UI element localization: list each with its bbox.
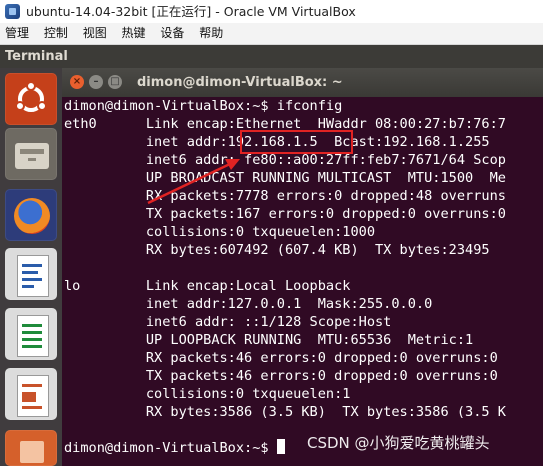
terminal-line: RX packets:7778 errors:0 dropped:48 over… — [64, 188, 506, 204]
ubuntu-software-icon[interactable] — [5, 430, 57, 466]
firefox-logo-icon — [14, 198, 50, 234]
ubuntu-launcher — [0, 68, 62, 466]
virtualbox-icon — [5, 4, 20, 19]
ubuntu-logo-icon — [15, 81, 47, 112]
window-title: ubuntu-14.04-32bit [正在运行] - Oracle VM Vi… — [26, 4, 356, 19]
csdn-watermark: CSDN @小狗爱吃黄桃罐头 — [307, 434, 490, 452]
terminal-line: inet6 addr: ::1/128 Scope:Host — [64, 314, 392, 330]
terminal-prompt: dimon@dimon-VirtualBox:~$ — [64, 440, 277, 456]
terminal-line: RX bytes:3586 (3.5 KB) TX bytes:3586 (3.… — [64, 404, 506, 420]
terminal-line: UP BROADCAST RUNNING MULTICAST MTU:1500 … — [64, 170, 506, 186]
terminal-line: collisions:0 txqueuelen:1000 — [64, 224, 375, 240]
terminal-output[interactable]: dimon@dimon-VirtualBox:~$ ifconfig eth0 … — [62, 97, 543, 466]
menu-control[interactable]: 控制 — [44, 23, 68, 44]
libreoffice-writer-icon[interactable] — [5, 248, 57, 300]
text-cursor — [276, 439, 285, 454]
menu-devices[interactable]: 设备 — [160, 23, 184, 44]
files-icon[interactable] — [5, 128, 57, 180]
terminal-line: RX packets:46 errors:0 dropped:0 overrun… — [64, 350, 498, 366]
terminal-line: RX bytes:607492 (607.4 KB) TX bytes:2349… — [64, 242, 490, 258]
menu-view[interactable]: 视图 — [83, 23, 107, 44]
terminal-line: UP LOOPBACK RUNNING MTU:65536 Metric:1 — [64, 332, 474, 348]
terminal-line: TX packets:46 errors:0 dropped:0 overrun… — [64, 368, 498, 384]
virtualbox-menubar: 管理 控制 视图 热键 设备 帮助 — [0, 23, 543, 45]
virtualbox-titlebar: ubuntu-14.04-32bit [正在运行] - Oracle VM Vi… — [0, 0, 543, 23]
terminal-title: dimon@dimon-VirtualBox: ~ — [137, 75, 343, 90]
ubuntu-top-panel: Terminal — [0, 45, 543, 68]
ubuntu-dash-icon[interactable] — [5, 73, 57, 125]
ip-address-highlight-box — [240, 130, 353, 154]
terminal-line: collisions:0 txqueuelen:1 — [64, 386, 351, 402]
terminal-line: TX packets:167 errors:0 dropped:0 overru… — [64, 206, 506, 222]
active-app-name: Terminal — [5, 49, 68, 64]
menu-help[interactable]: 帮助 — [199, 23, 223, 44]
libreoffice-impress-icon[interactable] — [5, 368, 57, 420]
menu-hotkeys[interactable]: 热键 — [122, 23, 146, 44]
close-icon[interactable]: × — [70, 75, 84, 89]
menu-manage[interactable]: 管理 — [5, 23, 29, 44]
file-cabinet-icon — [15, 143, 49, 169]
writer-document-icon — [17, 255, 49, 297]
terminal-line: dimon@dimon-VirtualBox:~$ ifconfig — [64, 98, 343, 114]
terminal-prompt-line: dimon@dimon-VirtualBox:~$ — [64, 439, 285, 457]
terminal-line: lo Link encap:Local Loopback — [64, 278, 351, 294]
libreoffice-calc-icon[interactable] — [5, 308, 57, 360]
shopping-bag-icon — [20, 441, 44, 463]
calc-spreadsheet-icon — [17, 315, 49, 357]
firefox-icon[interactable] — [5, 189, 57, 241]
impress-presentation-icon — [17, 375, 49, 417]
maximize-icon[interactable]: □ — [108, 75, 122, 89]
terminal-titlebar: × – □ dimon@dimon-VirtualBox: ~ — [62, 68, 543, 97]
terminal-line: inet addr:127.0.0.1 Mask:255.0.0.0 — [64, 296, 433, 312]
minimize-icon[interactable]: – — [89, 75, 103, 89]
